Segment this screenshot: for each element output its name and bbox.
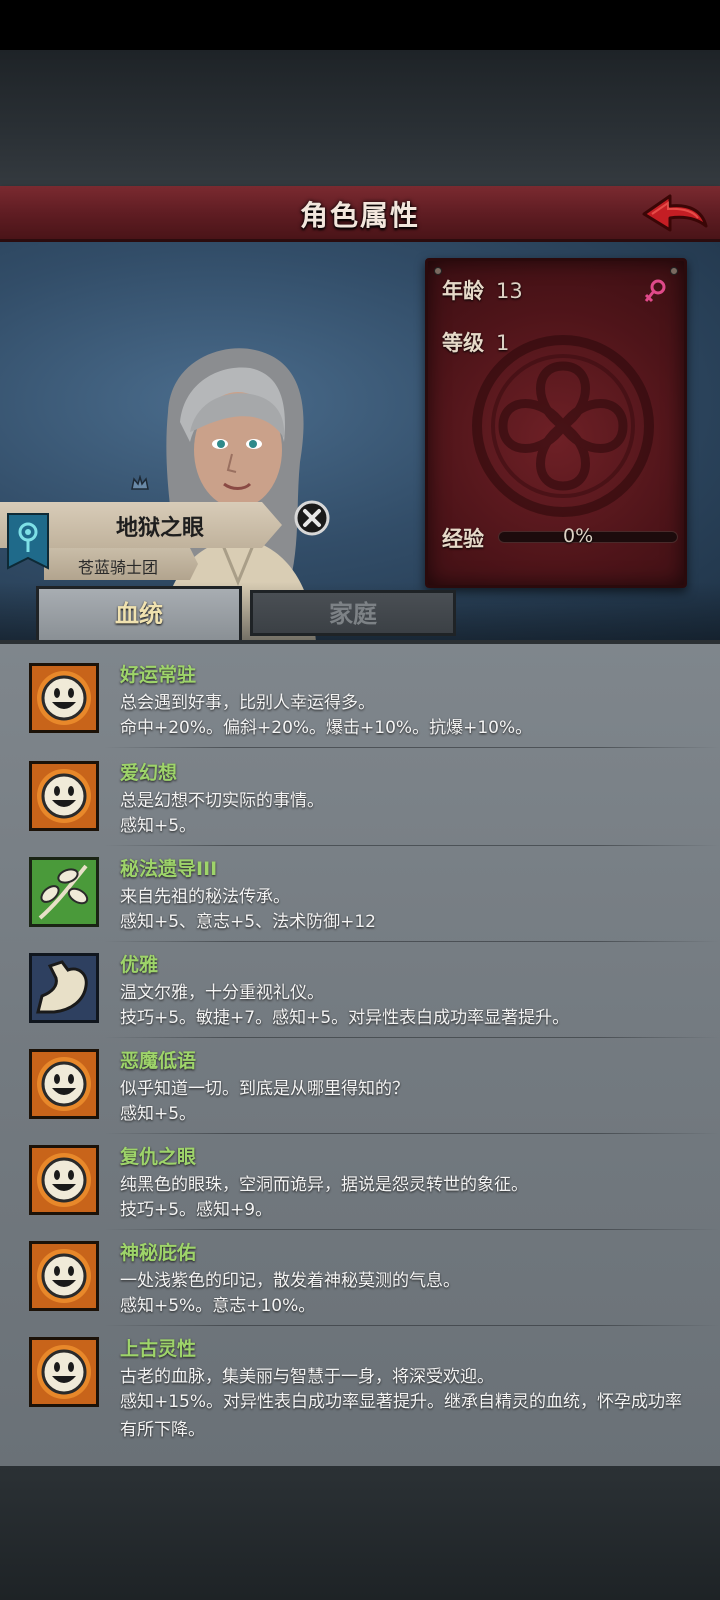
trait-description: 古老的血脉，集美丽与智慧于一身，将深受欢迎。: [120, 1367, 494, 1387]
smiley-sun-icon: [29, 1241, 99, 1311]
trait-name: 秘法遗导III: [120, 858, 218, 880]
trait-effect: 技巧+5。敏捷+7。感知+5。对异性表白成功率显著提升。: [120, 1008, 570, 1028]
celtic-knot-emblem: [472, 335, 654, 517]
trait-effect: 技巧+5。感知+9。: [120, 1200, 273, 1220]
trait-name: 爱幻想: [120, 762, 178, 784]
trait-description: 总会遇到好事，比别人幸运得多。: [120, 693, 375, 713]
bottom-background: [0, 1466, 720, 1600]
level-row: 等级 1: [442, 327, 509, 357]
list-item: 优雅 温文尔雅，十分重视礼仪。 技巧+5。敏捷+7。感知+5。对异性表白成功率显…: [0, 940, 720, 1038]
trait-description: 总是幻想不切实际的事情。: [120, 791, 324, 811]
trait-name: 好运常驻: [120, 664, 197, 686]
smiley-sun-icon: [29, 1049, 99, 1119]
trait-description: 温文尔雅，十分重视礼仪。: [120, 983, 324, 1003]
female-icon: [644, 279, 666, 303]
age-label: 年龄: [442, 279, 484, 303]
trait-name: 神秘庇佑: [120, 1242, 197, 1264]
trait-description: 一处浅紫色的印记，散发着神秘莫测的气息。: [120, 1271, 460, 1291]
trait-name: 上古灵性: [120, 1338, 197, 1360]
level-value: 1: [496, 331, 510, 355]
trait-name: 恶魔低语: [120, 1050, 197, 1072]
smiley-sun-icon: [29, 663, 99, 733]
title-bar: 角色属性: [0, 186, 720, 242]
trait-effect: 感知+5。: [120, 1104, 197, 1124]
list-item: 神秘庇佑 一处浅紫色的印记，散发着神秘莫测的气息。 感知+5%。意志+10%。: [0, 1228, 720, 1326]
list-item: 好运常驻 总会遇到好事，比别人幸运得多。 命中+20%。偏斜+20%。爆击+10…: [0, 650, 720, 748]
trait-list: 好运常驻 总会遇到好事，比别人幸运得多。 命中+20%。偏斜+20%。爆击+10…: [0, 640, 720, 1466]
trait-effect: 感知+5%。意志+10%。: [120, 1296, 316, 1316]
status-bar-area: [0, 0, 720, 50]
top-background: [0, 50, 720, 186]
age-row: 年龄 13: [442, 275, 523, 305]
page-title: 角色属性: [299, 199, 420, 232]
level-label: 等级: [442, 331, 484, 355]
trait-effect: 感知+5。: [120, 816, 197, 836]
tab-family[interactable]: 家庭: [250, 590, 456, 636]
list-item: 复仇之眼 纯黑色的眼珠，空洞而诡异，据说是怨灵转世的象征。 技巧+5。感知+9。: [0, 1132, 720, 1230]
character-info-panel: 年龄 13 等级 1 经验 0%: [425, 258, 687, 588]
arm-muscle-icon: [29, 953, 99, 1023]
age-value: 13: [496, 279, 523, 303]
back-arrow-icon[interactable]: [640, 190, 710, 238]
list-item: 恶魔低语 似乎知道一切。到底是从哪里得知的？ 感知+5。: [0, 1036, 720, 1134]
close-icon[interactable]: [294, 500, 330, 536]
smiley-sun-icon: [29, 1145, 99, 1215]
trait-description: 似乎知道一切。到底是从哪里得知的？: [120, 1079, 409, 1099]
smiley-sun-icon: [29, 1337, 99, 1407]
list-item: 秘法遗导III 来自先祖的秘法传承。 感知+5、意志+5、法术防御+12: [0, 844, 720, 942]
trait-effect: 感知+5、意志+5、法术防御+12: [120, 912, 376, 932]
trait-name: 优雅: [120, 954, 159, 976]
leaf-branch-icon: [29, 857, 99, 927]
smiley-sun-icon: [29, 761, 99, 831]
guild-banner-icon: [7, 513, 49, 570]
trait-name: 复仇之眼: [120, 1146, 197, 1168]
rivet: [434, 267, 442, 275]
exp-label: 经验: [442, 527, 484, 551]
trait-description: 纯黑色的眼珠，空洞而诡异，据说是怨灵转世的象征。: [120, 1175, 528, 1195]
trait-description: 来自先祖的秘法传承。: [120, 887, 290, 907]
guild-plate: 苍蓝骑士团: [44, 548, 198, 580]
character-name: 地狱之眼: [115, 516, 204, 541]
trait-effect: 感知+15%。对异性表白成功率显著提升。继承自精灵的血统，怀孕成功率有所下降。: [120, 1392, 683, 1440]
rivet: [670, 267, 678, 275]
list-item: 上古灵性 古老的血脉，集美丽与智慧于一身，将深受欢迎。 感知+15%。对异性表白…: [0, 1324, 720, 1454]
exp-percent: 0%: [563, 525, 594, 547]
guild-name: 苍蓝骑士团: [77, 558, 158, 577]
crown-icon: [131, 475, 149, 490]
list-item: 爱幻想 总是幻想不切实际的事情。 感知+5。: [0, 748, 720, 846]
trait-effect: 命中+20%。偏斜+20%。爆击+10%。抗爆+10%。: [120, 718, 533, 738]
tab-bloodline[interactable]: 血统: [36, 586, 242, 640]
